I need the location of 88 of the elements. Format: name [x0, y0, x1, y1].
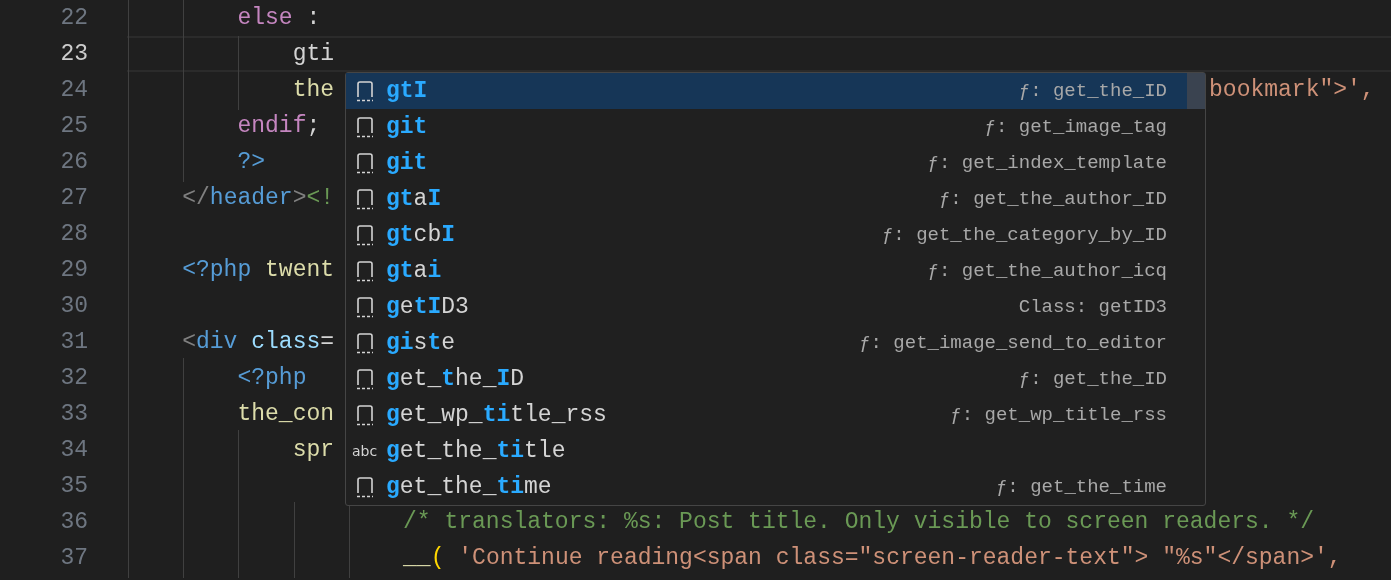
code-token: __: [402, 544, 431, 573]
suggestion-detail: ƒ: get_image_tag: [984, 114, 1167, 140]
line-number: 30: [59, 292, 88, 321]
method-icon: [356, 116, 374, 138]
suggestion-label: get_the_ID: [386, 364, 525, 394]
code-token: the_con: [236, 400, 335, 429]
line-number: 25: [59, 112, 88, 141]
method-icon: [356, 260, 374, 282]
suggestion-detail: ƒ: get_the_category_by_ID: [881, 222, 1167, 248]
code-token: header: [209, 184, 293, 213]
line-number: 33: [59, 400, 88, 429]
code-token: endif: [236, 112, 307, 141]
code-token: :: [305, 4, 321, 33]
line-number: 26: [59, 148, 88, 177]
suggestion-item[interactable]: gtaI ƒ: get_the_author_ID: [346, 181, 1187, 217]
method-icon: [356, 152, 374, 174]
suggestion-label: get_the_time: [386, 472, 552, 502]
line-number: 28: [59, 220, 88, 249]
suggestion-detail: ƒ: get_the_ID: [1018, 78, 1167, 104]
suggestion-detail: ƒ: get_the_author_ID: [938, 186, 1167, 212]
code-token: else: [236, 4, 293, 33]
line-number: 27: [59, 184, 88, 213]
suggestion-item[interactable]: git ƒ: get_index_template: [346, 145, 1187, 181]
line-number: 35: [59, 472, 88, 501]
code-token: (: [430, 544, 445, 573]
suggestion-item[interactable]: get_wp_title_rss ƒ: get_wp_title_rss: [346, 397, 1187, 433]
line-number: 32: [59, 364, 88, 393]
method-icon: [356, 404, 374, 426]
suggestion-label: git: [386, 148, 428, 178]
method-icon: [356, 332, 374, 354]
line-number: 24: [59, 76, 88, 105]
code-token: >: [292, 184, 307, 213]
code-token: the: [291, 76, 335, 105]
code-token: =: [320, 328, 335, 357]
code-token: 'Continue reading<span class="screen-reader-text"> "%s"</span>',: [457, 544, 1342, 573]
line-number: 34: [59, 436, 88, 465]
code-token: </: [181, 184, 210, 213]
suggestion-detail: ƒ: get_image_send_to_editor: [859, 330, 1167, 356]
code-token: ;: [306, 112, 321, 141]
code-token: /* translators: %s: Post title. Only visible to screen readers. */: [402, 508, 1314, 537]
line-number: 37: [59, 544, 88, 573]
method-icon: [356, 80, 374, 102]
code-token: <?php: [236, 364, 307, 393]
suggestion-label: giste: [386, 328, 456, 358]
suggestion-label: gtcbI: [386, 220, 456, 250]
suggestion-item[interactable]: get_the_time ƒ: get_the_time: [346, 469, 1187, 505]
suggestion-detail: ƒ: get_the_author_icq: [927, 258, 1167, 284]
suggestion-label: get_wp_title_rss: [386, 400, 607, 430]
suggestion-item[interactable]: gtai ƒ: get_the_author_icq: [346, 253, 1187, 289]
suggestion-label: git: [386, 112, 428, 142]
suggestion-label: gtaI: [386, 184, 442, 214]
suggestion-detail: ƒ: get_the_ID: [1018, 366, 1167, 392]
suggestion-detail: ƒ: get_index_template: [927, 150, 1167, 176]
line-number: 22: [59, 4, 88, 33]
code-token: <?php: [181, 256, 252, 285]
suggestion-item[interactable]: git ƒ: get_image_tag: [346, 109, 1187, 145]
suggestion-detail: ƒ: get_wp_title_rss: [950, 402, 1167, 428]
code-token: <: [181, 328, 196, 357]
suggestion-label: getID3: [386, 292, 469, 322]
suggestion-detail: ƒ: get_the_time: [995, 474, 1167, 500]
code-token: gti: [291, 40, 335, 69]
method-icon: [356, 188, 374, 210]
method-icon: [356, 476, 374, 498]
code-token: spr: [291, 436, 335, 465]
line-number: 29: [59, 256, 88, 285]
code-token: div: [196, 328, 238, 357]
method-icon: [356, 368, 374, 390]
code-token: ?>: [236, 148, 266, 177]
method-icon: [356, 296, 374, 318]
suggestion-label: get_the_title: [386, 436, 566, 466]
suggestion-label: gtai: [386, 256, 442, 286]
suggestion-item[interactable]: getID3 Class: getID3: [346, 289, 1187, 325]
suggestion-detail: Class: getID3: [1018, 294, 1167, 320]
line-number: 31: [59, 328, 88, 357]
line-number: 36: [59, 508, 88, 537]
code-token: twent: [264, 256, 335, 285]
suggestion-item[interactable]: gtI ƒ: get_the_ID: [346, 73, 1187, 109]
method-icon: [356, 224, 374, 246]
code-token: <!: [306, 184, 335, 213]
suggestion-item[interactable]: gtcbI ƒ: get_the_category_by_ID: [346, 217, 1187, 253]
suggestion-item[interactable]: giste ƒ: get_image_send_to_editor: [346, 325, 1187, 361]
suggestion-label: gtI: [386, 76, 428, 106]
suggestion-item[interactable]: abc get_the_title: [346, 433, 1187, 469]
code-token: bookmark">',: [1209, 76, 1375, 105]
suggestion-item[interactable]: get_the_ID ƒ: get_the_ID: [346, 361, 1187, 397]
line-number: 23: [59, 40, 88, 69]
code-token: class: [250, 328, 321, 357]
scrollbar-thumb[interactable]: [1187, 73, 1205, 109]
